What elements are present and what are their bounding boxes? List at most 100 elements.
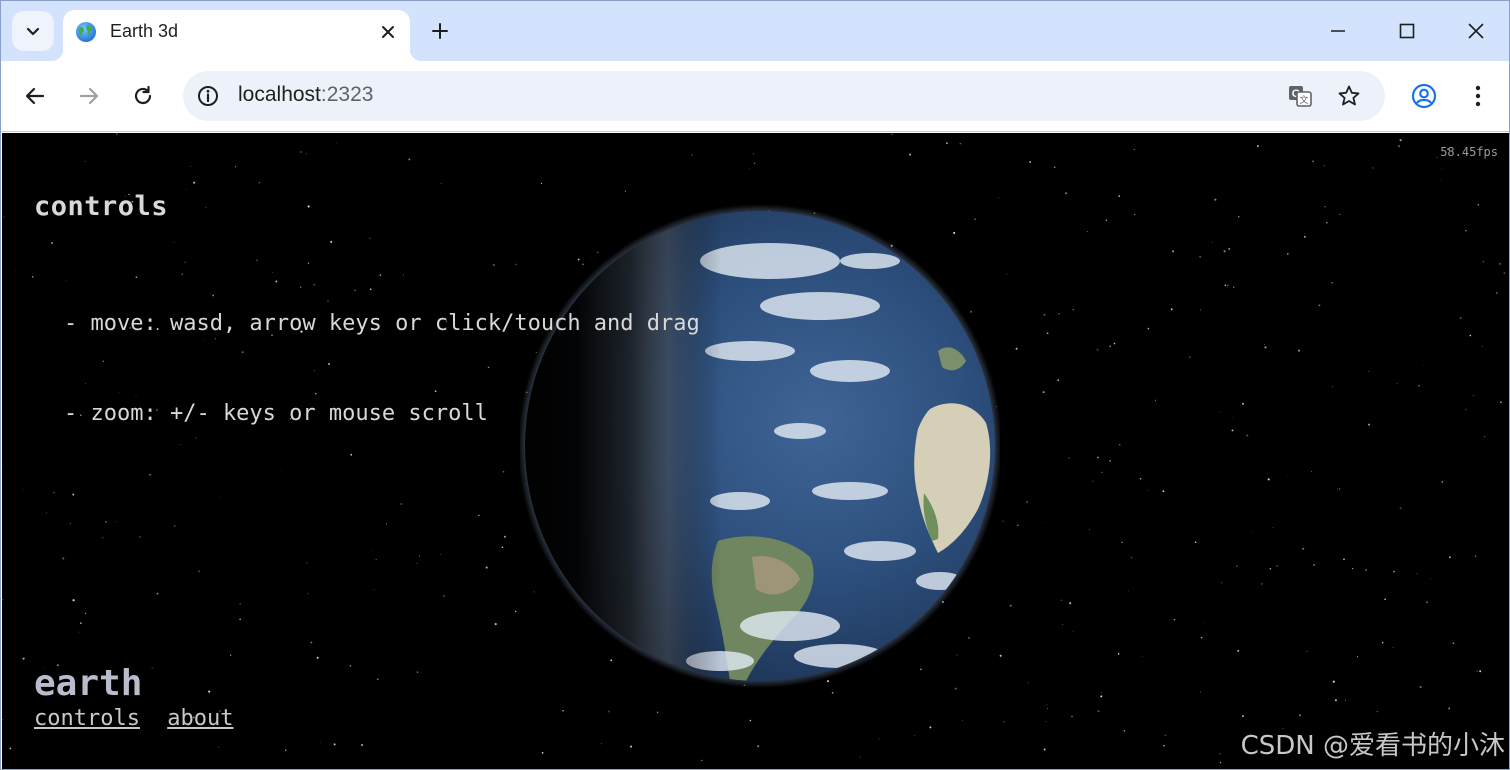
fps-counter: 58.45fps: [1440, 145, 1498, 159]
star: [878, 738, 880, 740]
star: [373, 589, 375, 591]
star: [1302, 547, 1305, 550]
star: [1139, 477, 1142, 480]
about-link[interactable]: about: [167, 706, 233, 731]
star: [1189, 356, 1191, 358]
star: [400, 503, 402, 505]
star: [1479, 670, 1482, 673]
star: [230, 654, 232, 656]
star: [1441, 481, 1443, 483]
arrow-right-icon: [79, 87, 99, 105]
star: [494, 623, 497, 626]
star: [1147, 327, 1150, 330]
star: [1246, 434, 1249, 437]
star: [1118, 195, 1121, 197]
star: [320, 741, 321, 743]
star: [1147, 489, 1149, 491]
star-icon: [1338, 85, 1360, 106]
translate-button[interactable]: G 文: [1287, 83, 1313, 109]
star: [1101, 471, 1103, 473]
star: [45, 512, 47, 514]
star: [115, 133, 118, 135]
star: [1231, 429, 1234, 432]
new-tab-button[interactable]: [425, 16, 455, 46]
star: [1381, 641, 1384, 644]
star: [1101, 691, 1103, 693]
controls-panel: controls - move: wasd, arrow keys or cli…: [34, 191, 700, 489]
star: [1352, 567, 1354, 570]
plus-icon: [432, 23, 448, 39]
star: [305, 153, 307, 155]
star: [1123, 729, 1126, 732]
star: [1109, 345, 1112, 348]
close-tab-button[interactable]: [376, 20, 400, 44]
globe-icon: [76, 22, 96, 42]
browser-menu-button[interactable]: [1460, 78, 1496, 114]
planet-info: earth controls about: [34, 663, 247, 731]
info-icon[interactable]: [196, 84, 220, 108]
controls-link[interactable]: controls: [34, 706, 140, 731]
star: [78, 631, 80, 633]
webgl-canvas[interactable]: 58.45fps controls - move: wasd, arrow ke…: [2, 133, 1509, 769]
close-window-button[interactable]: [1452, 11, 1500, 51]
star: [630, 745, 633, 748]
star: [1006, 273, 1008, 275]
star: [1256, 145, 1259, 148]
url-text[interactable]: localhost:2323: [238, 83, 373, 107]
planet-name: earth: [34, 663, 143, 704]
star: [1384, 598, 1386, 601]
star: [757, 745, 760, 748]
tab-earth-3d[interactable]: Earth 3d: [51, 10, 422, 61]
back-button[interactable]: [17, 78, 53, 114]
star: [485, 566, 488, 569]
forward-button[interactable]: [71, 78, 107, 114]
star: [691, 154, 693, 156]
star: [284, 749, 287, 751]
star: [1220, 411, 1222, 413]
star: [1002, 520, 1004, 522]
star: [1096, 348, 1099, 351]
star: [908, 153, 912, 156]
star: [1223, 250, 1226, 253]
chevron-down-icon: [26, 27, 40, 36]
star: [1372, 167, 1374, 169]
star: [1459, 317, 1462, 320]
profile-button[interactable]: [1406, 78, 1442, 114]
star: [1068, 457, 1070, 459]
star: [478, 514, 480, 517]
star: [1426, 601, 1428, 604]
star: [1264, 346, 1267, 349]
star: [1251, 530, 1253, 532]
star: [1233, 286, 1235, 288]
star: [190, 165, 192, 167]
reload-button[interactable]: [125, 78, 161, 114]
minimize-icon: [1331, 30, 1345, 32]
minimize-button[interactable]: [1314, 11, 1362, 51]
star: [306, 562, 308, 564]
star: [1057, 379, 1059, 381]
star: [1009, 604, 1012, 607]
star: [239, 603, 241, 605]
controls-list: - move: wasd, arrow keys or click/touch …: [34, 249, 700, 489]
star: [23, 489, 25, 491]
star: [514, 610, 517, 613]
address-bar[interactable]: localhost:2323 G 文: [183, 71, 1385, 121]
star: [1449, 556, 1451, 559]
star: [69, 523, 71, 525]
close-icon: [382, 26, 394, 38]
browser-window: Earth 3d localhost:2323 G 文 58.45fps con…: [0, 0, 1510, 770]
maximize-button[interactable]: [1383, 11, 1431, 51]
star: [1269, 567, 1272, 570]
star: [1499, 263, 1501, 265]
star: [1069, 602, 1072, 605]
star: [998, 197, 999, 199]
star: [1228, 247, 1231, 250]
star: [1475, 555, 1477, 557]
star: [1465, 229, 1467, 232]
bookmark-button[interactable]: [1336, 83, 1362, 109]
star: [1203, 622, 1205, 624]
star: [1021, 260, 1023, 262]
star: [1339, 488, 1341, 490]
star: [72, 493, 75, 496]
tab-search-button[interactable]: [12, 11, 54, 51]
